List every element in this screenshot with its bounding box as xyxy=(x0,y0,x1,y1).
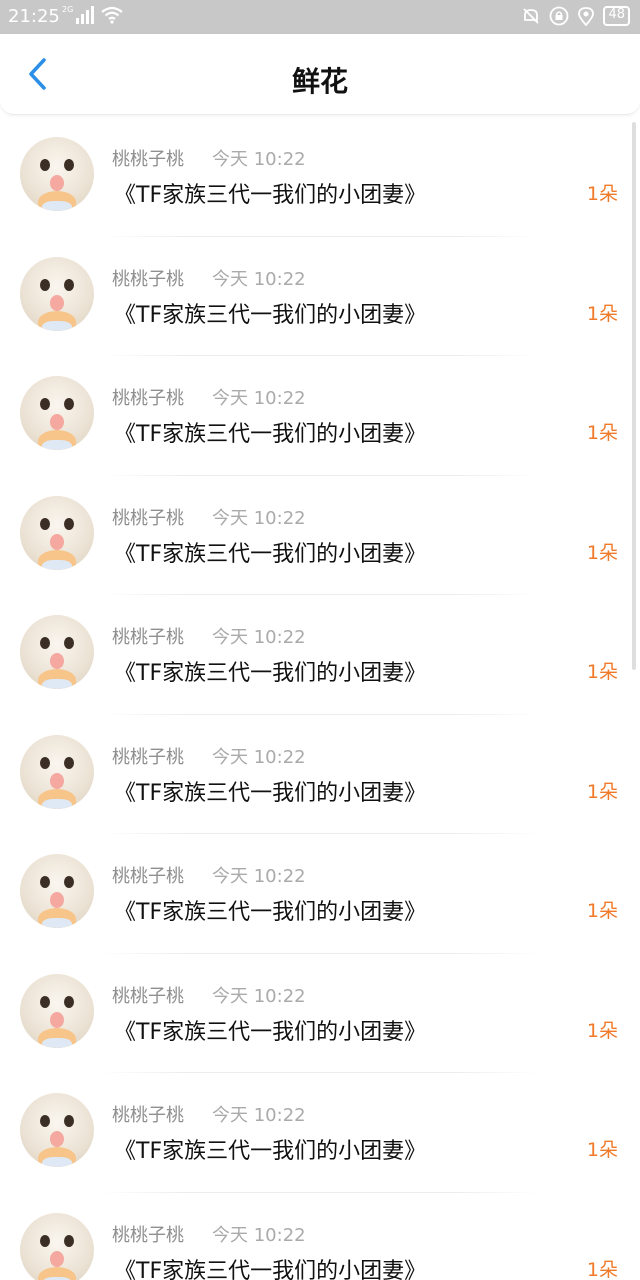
user-name[interactable]: 桃桃子桃 xyxy=(112,982,184,1008)
wifi-icon xyxy=(101,6,123,24)
avatar[interactable] xyxy=(20,1212,94,1280)
avatar[interactable] xyxy=(20,734,94,809)
user-name[interactable]: 桃桃子桃 xyxy=(112,1101,184,1127)
page-title: 鲜花 xyxy=(291,65,348,98)
user-name[interactable]: 桃桃子桃 xyxy=(112,743,184,769)
status-left-icons: 2G xyxy=(62,6,124,24)
avatar[interactable] xyxy=(20,376,94,450)
timestamp: 今天 10:22 xyxy=(212,1105,306,1126)
location-icon xyxy=(578,7,595,26)
flower-count: 1朵 xyxy=(586,1139,618,1161)
list-item[interactable]: 桃桃子桃 今天 10:22 《TF家族三代一我们的小团妻》 1朵 xyxy=(0,117,640,237)
list-item[interactable]: 桃桃子桃 今天 10:22 《TF家族三代一我们的小团妻》 1朵 xyxy=(0,595,640,715)
network-type: 2G xyxy=(62,5,74,14)
scrollbar[interactable] xyxy=(632,122,636,670)
work-title[interactable]: 《TF家族三代一我们的小团妻》 xyxy=(114,1253,426,1280)
list-item[interactable]: 桃桃子桃 今天 10:22 《TF家族三代一我们的小团妻》 1朵 xyxy=(0,356,640,476)
avatar[interactable] xyxy=(20,854,94,928)
work-title[interactable]: 《TF家族三代一我们的小团妻》 xyxy=(114,536,426,568)
flower-count: 1朵 xyxy=(586,302,618,325)
status-right-icons: 48 xyxy=(521,6,630,26)
timestamp: 今天 10:22 xyxy=(212,149,306,170)
timestamp: 今天 10:22 xyxy=(212,1224,306,1246)
work-title[interactable]: 《TF家族三代一我们的小团妻》 xyxy=(114,177,426,209)
list-item[interactable]: 桃桃子桃 今天 10:22 《TF家族三代一我们的小团妻》 1朵 xyxy=(0,237,640,356)
battery-icon: 48 xyxy=(603,6,630,26)
user-name[interactable]: 桃桃子桃 xyxy=(112,145,184,171)
timestamp: 今天 10:22 xyxy=(212,388,306,409)
flower-count: 1朵 xyxy=(586,900,618,922)
user-name[interactable]: 桃桃子桃 xyxy=(112,384,184,410)
flower-count: 1朵 xyxy=(586,780,618,803)
flower-count: 1朵 xyxy=(586,1019,618,1042)
timestamp: 今天 10:22 xyxy=(212,627,306,648)
timestamp: 今天 10:22 xyxy=(212,268,306,290)
avatar[interactable] xyxy=(20,256,94,331)
avatar[interactable] xyxy=(20,973,94,1048)
work-title[interactable]: 《TF家族三代一我们的小团妻》 xyxy=(114,1014,426,1046)
timestamp: 今天 10:22 xyxy=(212,866,306,887)
list-item[interactable]: 桃桃子桃 今天 10:22 《TF家族三代一我们的小团妻》 1朵 xyxy=(0,1193,640,1280)
flower-list: 桃桃子桃 今天 10:22 《TF家族三代一我们的小团妻》 1朵 桃桃子桃 今天… xyxy=(0,117,640,1280)
work-title[interactable]: 《TF家族三代一我们的小团妻》 xyxy=(114,416,426,448)
work-title[interactable]: 《TF家族三代一我们的小团妻》 xyxy=(114,297,426,329)
list-item[interactable]: 桃桃子桃 今天 10:22 《TF家族三代一我们的小团妻》 1朵 xyxy=(0,954,640,1073)
flower-count: 1朵 xyxy=(586,183,618,205)
flower-count: 1朵 xyxy=(586,1258,618,1280)
list-item[interactable]: 桃桃子桃 今天 10:22 《TF家族三代一我们的小团妻》 1朵 xyxy=(0,1073,640,1193)
avatar[interactable] xyxy=(20,615,94,689)
user-name[interactable]: 桃桃子桃 xyxy=(112,265,184,291)
work-title[interactable]: 《TF家族三代一我们的小团妻》 xyxy=(114,894,426,926)
flower-count: 1朵 xyxy=(586,541,618,564)
timestamp: 今天 10:22 xyxy=(212,507,306,529)
list-item[interactable]: 桃桃子桃 今天 10:22 《TF家族三代一我们的小团妻》 1朵 xyxy=(0,476,640,595)
avatar[interactable] xyxy=(20,137,94,211)
status-bar: 21:25 2G 48 xyxy=(0,0,640,34)
avatar[interactable] xyxy=(20,1093,94,1167)
list-item[interactable]: 桃桃子桃 今天 10:22 《TF家族三代一我们的小团妻》 1朵 xyxy=(0,715,640,834)
header: 鲜花 xyxy=(0,34,640,115)
work-title[interactable]: 《TF家族三代一我们的小团妻》 xyxy=(114,775,426,807)
timestamp: 今天 10:22 xyxy=(212,985,306,1007)
lock-icon xyxy=(550,6,569,26)
mute-icon xyxy=(523,8,540,24)
work-title[interactable]: 《TF家族三代一我们的小团妻》 xyxy=(114,1133,426,1165)
user-name[interactable]: 桃桃子桃 xyxy=(112,504,184,530)
user-name[interactable]: 桃桃子桃 xyxy=(112,862,184,888)
status-time: 21:25 xyxy=(8,6,60,27)
user-name[interactable]: 桃桃子桃 xyxy=(112,623,184,649)
avatar[interactable] xyxy=(20,495,94,570)
user-name[interactable]: 桃桃子桃 xyxy=(112,1221,184,1247)
work-title[interactable]: 《TF家族三代一我们的小团妻》 xyxy=(114,655,426,687)
signal-icon: 2G xyxy=(62,5,95,24)
timestamp: 今天 10:22 xyxy=(212,746,306,768)
list-item[interactable]: 桃桃子桃 今天 10:22 《TF家族三代一我们的小团妻》 1朵 xyxy=(0,834,640,954)
flower-count: 1朵 xyxy=(586,422,618,444)
flower-count: 1朵 xyxy=(586,661,618,683)
